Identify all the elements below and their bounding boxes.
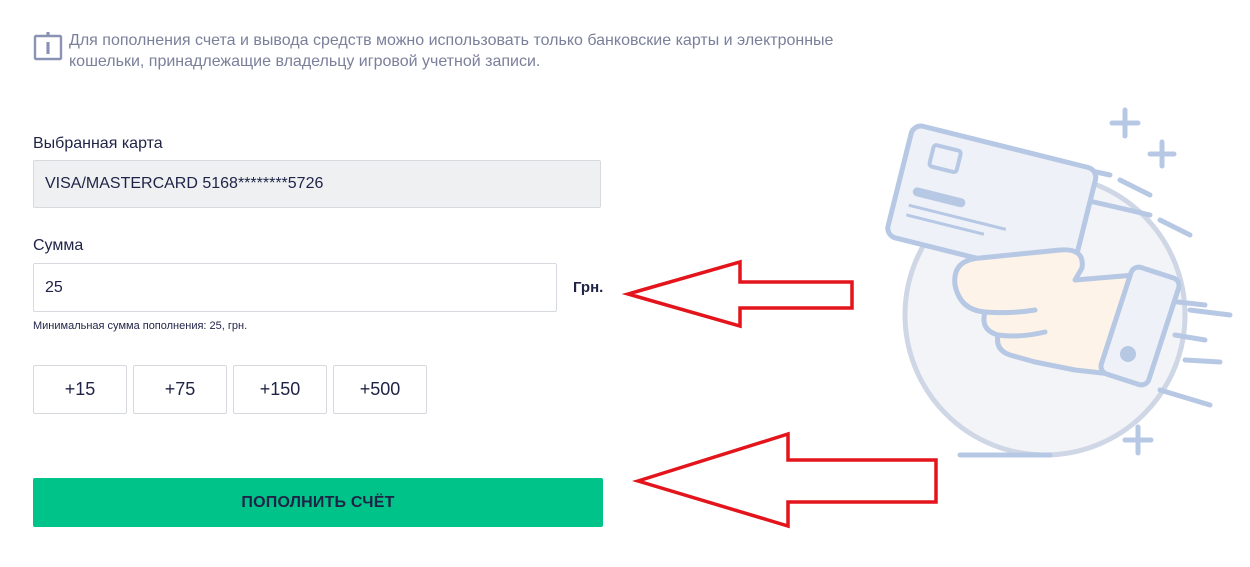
min-amount-hint: Минимальная сумма пополнения: 25, грн. bbox=[33, 320, 248, 332]
quick-amount-button-150[interactable]: +150 bbox=[233, 365, 327, 414]
selected-card-field[interactable]: VISA/MASTERCARD 5168********5726 bbox=[33, 160, 601, 208]
notice-line-1: Для пополнения счета и вывода средств мо… bbox=[69, 32, 834, 49]
quick-amount-button-75[interactable]: +75 bbox=[133, 365, 227, 414]
info-icon bbox=[33, 32, 63, 61]
quick-amount-button-500[interactable]: +500 bbox=[333, 365, 427, 414]
red-arrow-icon bbox=[621, 259, 854, 329]
quick-amount-button-15[interactable]: +15 bbox=[33, 365, 127, 414]
hand-holding-card-illustration bbox=[885, 107, 1233, 458]
currency-label: Грн. bbox=[573, 279, 604, 296]
notice-text: Для пополнения счета и вывода средств мо… bbox=[69, 30, 859, 72]
amount-input[interactable] bbox=[33, 263, 557, 312]
selected-card-label: Выбранная карта bbox=[33, 135, 163, 152]
top-up-button[interactable]: ПОПОЛНИТЬ СЧЁТ bbox=[33, 478, 603, 527]
notice-line-2: кошельки, принадлежащие владельцу игрово… bbox=[69, 53, 541, 70]
amount-label: Сумма bbox=[33, 237, 84, 254]
